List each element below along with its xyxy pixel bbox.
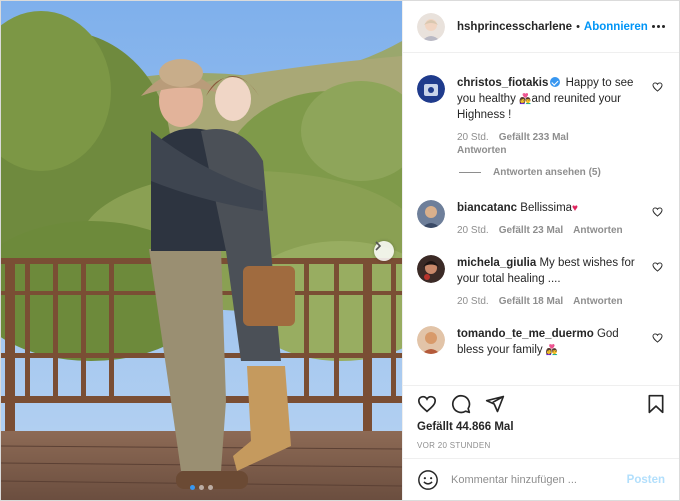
- comment-icon: [451, 394, 471, 413]
- comment-time[interactable]: 20 Std.: [457, 132, 489, 143]
- post-dialog: hshprincesscharlene • Abonnieren christo…: [0, 0, 680, 501]
- heart-icon: [417, 395, 437, 412]
- more-dots-icon[interactable]: [652, 25, 665, 28]
- comment-input[interactable]: [451, 473, 627, 486]
- view-replies-button[interactable]: Antworten ansehen (5): [459, 167, 665, 178]
- follow-button[interactable]: Abonnieren: [584, 21, 648, 33]
- post-actions-bar: [403, 385, 679, 421]
- comment-time[interactable]: 20 Std.: [457, 225, 489, 236]
- commenter-avatar[interactable]: [417, 75, 445, 103]
- reply-button[interactable]: Antworten: [457, 145, 506, 156]
- carousel-next-button[interactable]: [374, 241, 394, 261]
- comment-likes[interactable]: Gefällt 23 Mal: [499, 225, 563, 236]
- add-comment-bar: Posten: [403, 458, 679, 500]
- author-username[interactable]: hshprincesscharlene: [457, 21, 572, 33]
- comment-likes[interactable]: Gefällt 18 Mal: [499, 296, 563, 307]
- chevron-right-icon: [375, 241, 382, 251]
- commenter-avatar[interactable]: [417, 200, 445, 228]
- comment-item: tomando_te_me_duermo God bless your fami…: [417, 326, 665, 358]
- reply-button[interactable]: Antworten: [573, 225, 622, 236]
- carousel-dots: [1, 485, 402, 490]
- comment-username[interactable]: biancatanc: [457, 202, 517, 214]
- share-button[interactable]: [485, 394, 505, 414]
- heart-icon[interactable]: [652, 262, 663, 272]
- like-count[interactable]: Gefällt 44.866 Mal: [403, 421, 679, 433]
- post-sidebar: hshprincesscharlene • Abonnieren christo…: [402, 1, 679, 500]
- replies-divider: [459, 172, 481, 173]
- carousel-dot: [208, 485, 213, 490]
- comment-username[interactable]: michela_giulia: [457, 257, 536, 269]
- comment-item: michela_giulia My best wishes for your t…: [417, 255, 665, 308]
- heart-icon[interactable]: [652, 333, 663, 343]
- people-emoji-icon: 👩‍❤️‍👨: [519, 94, 532, 105]
- heart-icon[interactable]: [652, 207, 663, 217]
- save-button[interactable]: [647, 394, 665, 414]
- comment-username[interactable]: christos_fiotakis: [457, 77, 548, 89]
- people-emoji-icon: 👩‍❤️‍👨: [545, 345, 559, 356]
- comment-item: biancatanc Bellissima♥ 20 Std. Gefällt 23…: [417, 200, 665, 237]
- smiley-icon: [418, 469, 438, 490]
- like-count-label: Gefällt 44.866 Mal: [417, 421, 514, 433]
- comment-list: christos_fiotakis Happy to see you healt…: [403, 53, 679, 385]
- emoji-picker-button[interactable]: [417, 469, 439, 491]
- bookmark-icon: [648, 394, 664, 413]
- comment-likes[interactable]: Gefällt 233 Mal: [499, 132, 569, 143]
- like-button[interactable]: [417, 395, 437, 413]
- photo-illustration: [1, 1, 402, 500]
- heart-emoji-icon: ♥: [572, 203, 578, 214]
- comment-button[interactable]: [451, 394, 471, 414]
- comment-time[interactable]: 20 Std.: [457, 296, 489, 307]
- view-replies-label: Antworten ansehen (5): [493, 167, 601, 178]
- comment-username[interactable]: tomando_te_me_duermo: [457, 328, 594, 340]
- author-avatar[interactable]: [417, 12, 445, 41]
- verified-badge-icon: [550, 77, 561, 87]
- post-photo[interactable]: [1, 1, 402, 500]
- carousel-dot: [199, 485, 204, 490]
- commenter-avatar[interactable]: [417, 326, 445, 354]
- paper-plane-icon: [485, 395, 505, 412]
- comment-item: christos_fiotakis Happy to see you healt…: [417, 75, 665, 157]
- carousel-dot: [190, 485, 195, 490]
- header-separator: •: [576, 20, 580, 33]
- commenter-avatar[interactable]: [417, 255, 445, 283]
- post-comment-button[interactable]: Posten: [627, 474, 665, 486]
- comment-text: Bellissima: [520, 202, 573, 214]
- reply-button[interactable]: Antworten: [573, 296, 622, 307]
- post-header: hshprincesscharlene • Abonnieren: [403, 1, 679, 53]
- post-timestamp[interactable]: VOR 20 STUNDEN: [403, 433, 679, 458]
- heart-icon[interactable]: [652, 82, 663, 92]
